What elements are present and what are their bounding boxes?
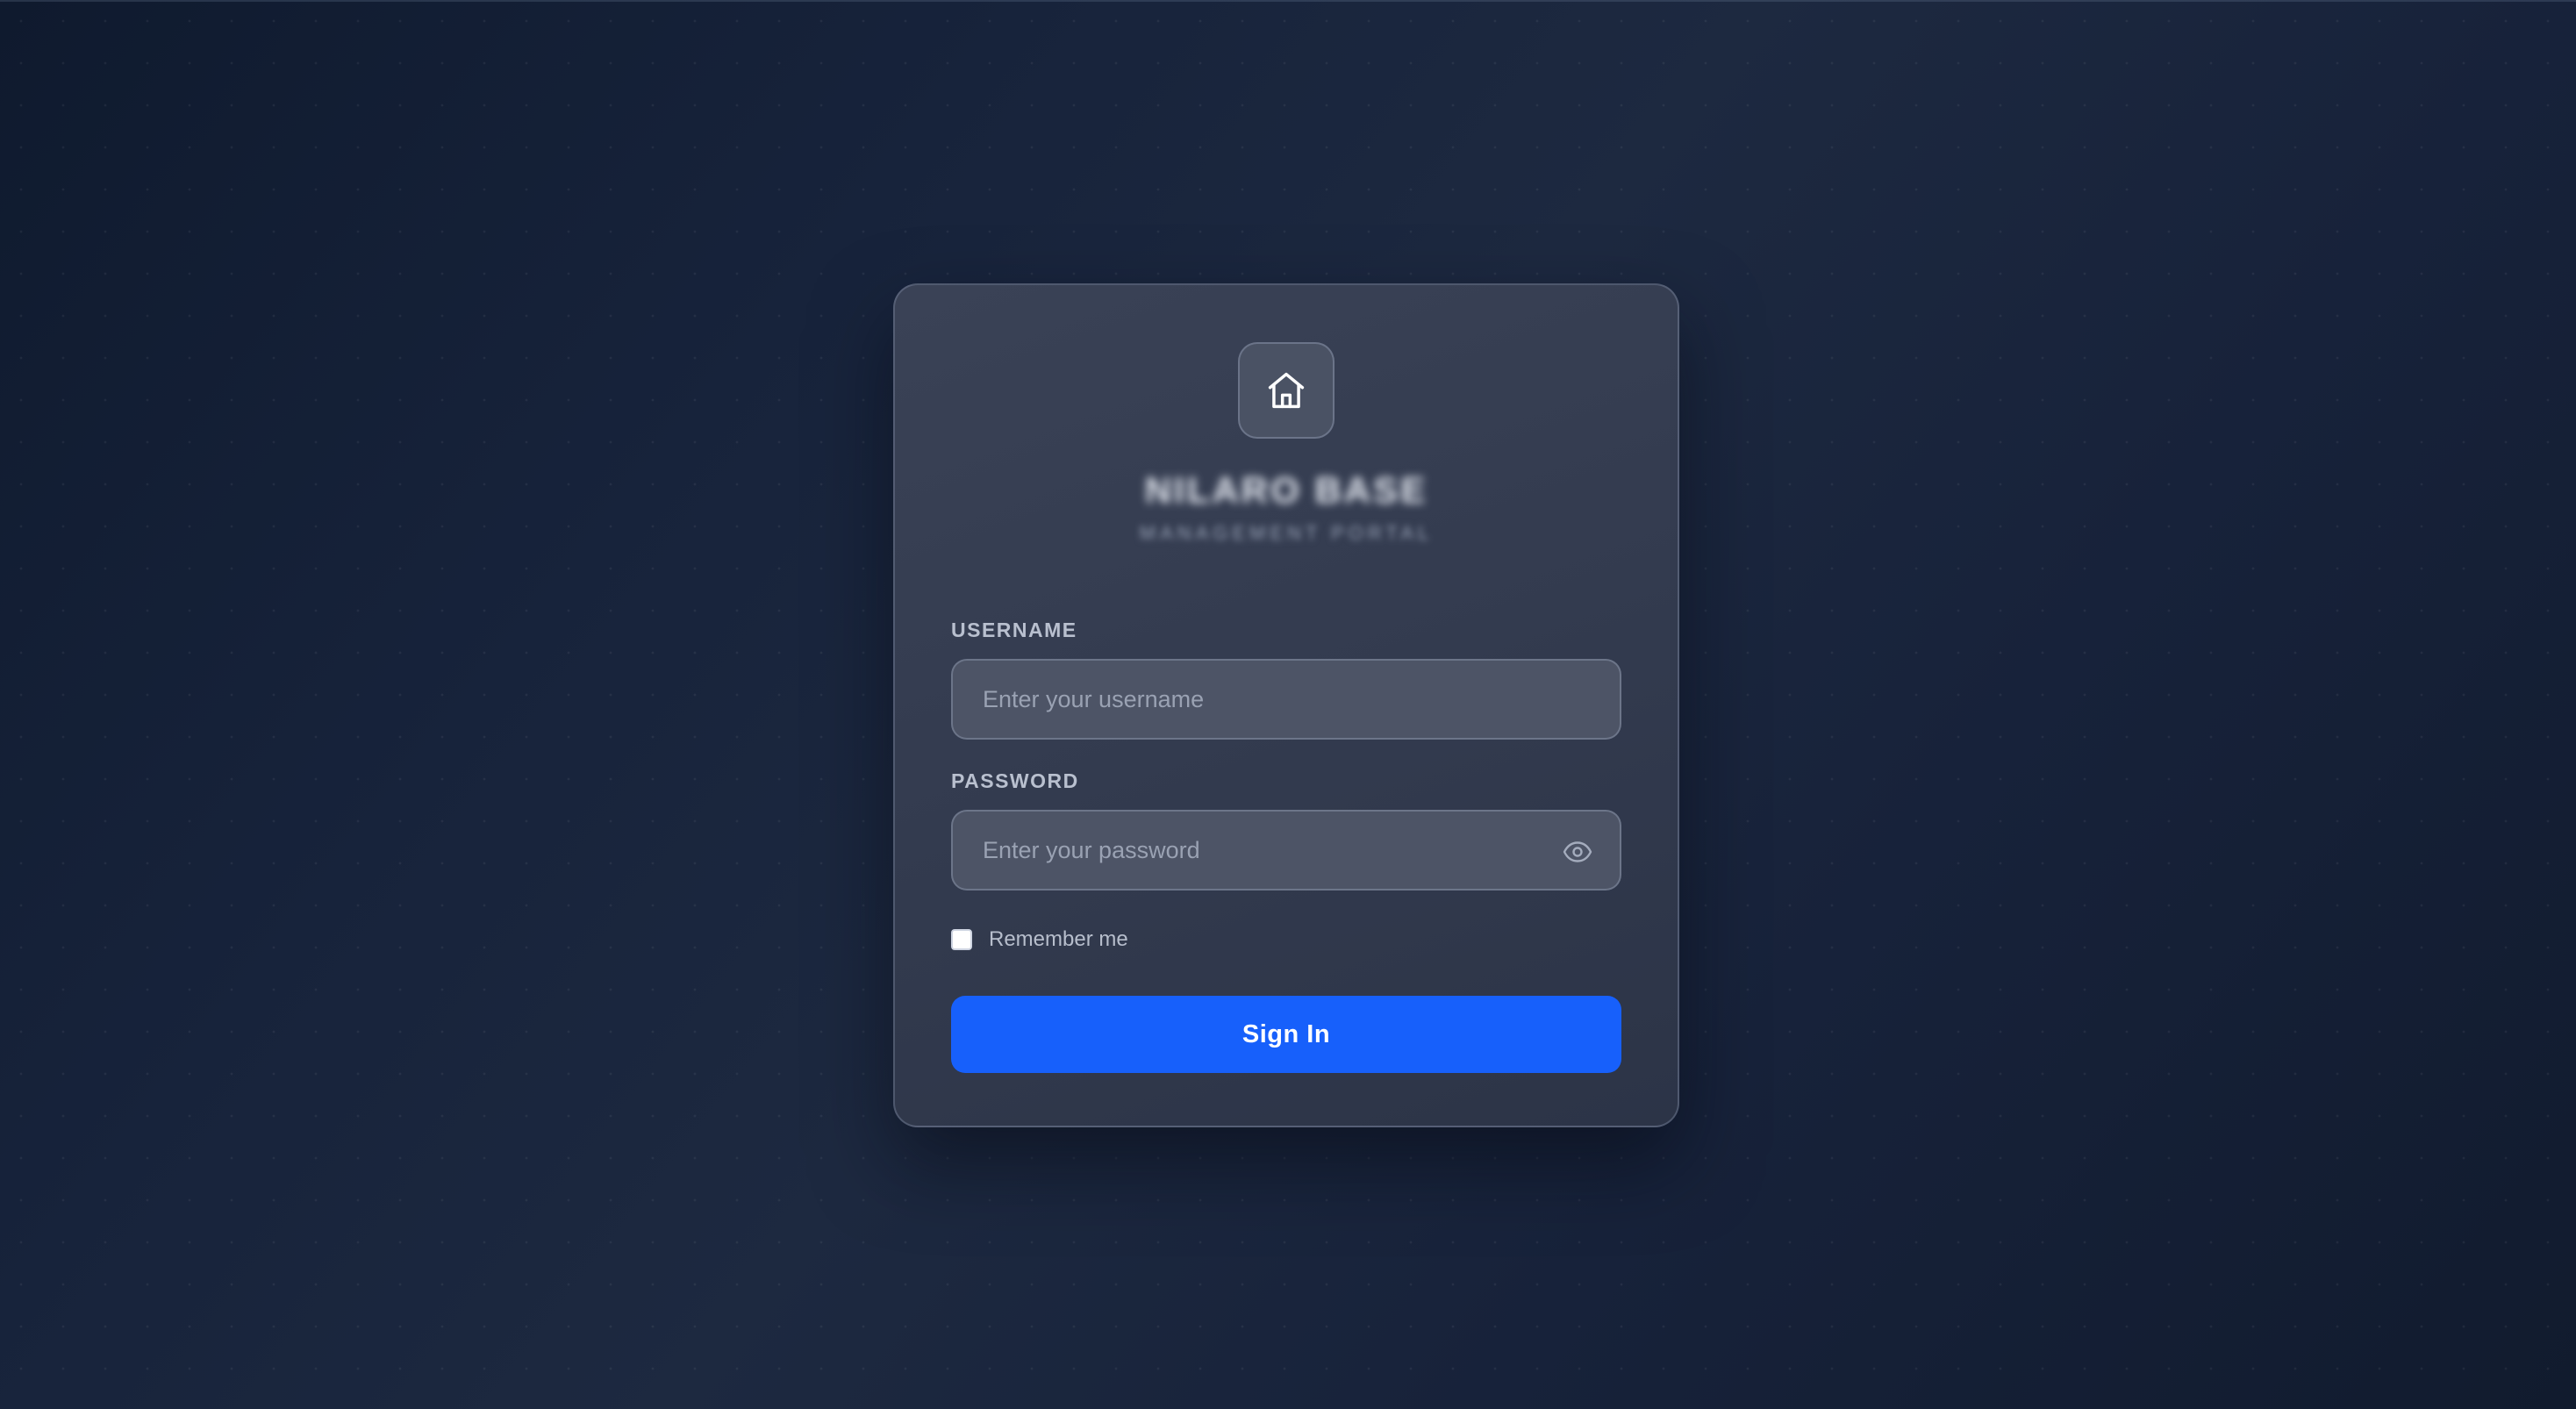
eye-icon xyxy=(1563,841,1592,862)
password-input[interactable] xyxy=(953,812,1620,889)
username-input[interactable] xyxy=(953,661,1620,738)
brand-subtitle: MANAGEMENT PORTAL xyxy=(1139,522,1434,544)
username-field-wrapper xyxy=(951,659,1621,740)
logo-badge xyxy=(1238,342,1335,439)
window-top-edge xyxy=(0,0,2576,2)
username-label: USERNAME xyxy=(951,619,1077,641)
password-label: PASSWORD xyxy=(951,769,1079,792)
show-password-button[interactable] xyxy=(1562,836,1593,868)
brand-title: NILARO BASE xyxy=(1144,469,1428,511)
remember-me-checkbox[interactable] xyxy=(951,929,972,950)
password-field-wrapper xyxy=(951,810,1621,890)
remember-me-row: Remember me xyxy=(951,926,1128,953)
sign-in-button[interactable]: Sign In xyxy=(951,996,1621,1073)
remember-me-label[interactable]: Remember me xyxy=(989,927,1128,952)
login-card: NILARO BASE MANAGEMENT PORTAL USERNAME P… xyxy=(893,283,1679,1127)
home-icon xyxy=(1268,372,1305,409)
